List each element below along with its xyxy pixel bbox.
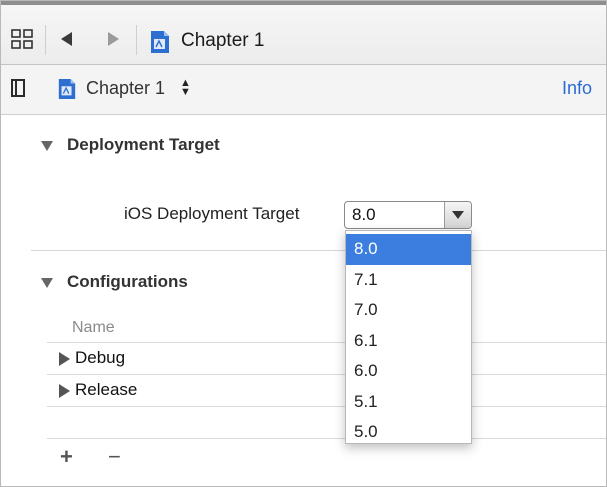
configuration-row-release[interactable]: Release [59, 380, 137, 400]
menu-option-version[interactable]: 6.0 [346, 356, 471, 387]
column-header-name[interactable]: Name [72, 319, 115, 337]
disclosure-triangle-icon[interactable] [41, 278, 53, 288]
info-tab[interactable]: Info [562, 78, 592, 99]
table-divider [47, 406, 606, 407]
deployment-target-menu: 8.0 7.1 7.0 6.1 6.0 5.1 5.0 [345, 230, 472, 444]
dropdown-arrow-icon[interactable] [444, 202, 471, 228]
remove-configuration-button[interactable]: − [108, 446, 121, 468]
menu-option-version[interactable]: 6.1 [346, 326, 471, 357]
table-divider [47, 438, 606, 439]
menu-option-version[interactable]: 5.0 [346, 417, 471, 448]
ios-deployment-target-popup[interactable]: 8.0 [344, 201, 472, 229]
show-project-targets-list-icon[interactable] [11, 79, 25, 97]
configuration-name: Release [75, 380, 138, 399]
menu-option-version[interactable]: 8.0 [346, 234, 471, 265]
breadcrumb-project-title[interactable]: Chapter 1 [181, 30, 264, 52]
section-divider [31, 250, 606, 251]
jump-bar: Chapter 1 [1, 5, 606, 65]
back-arrow-icon[interactable] [61, 32, 72, 46]
toolbar-divider [136, 25, 137, 55]
target-selector[interactable]: Chapter 1 [86, 78, 165, 99]
forward-arrow-icon[interactable] [108, 32, 119, 46]
configuration-name: Debug [75, 348, 126, 367]
menu-option-version[interactable]: 7.0 [346, 295, 471, 326]
related-items-grid-icon[interactable] [11, 29, 33, 54]
section-header-deployment-target: Deployment Target [67, 135, 220, 154]
project-file-icon [57, 78, 77, 105]
xcode-project-editor: Chapter 1 Chapter 1 ▲ ▼ Info Deployment T… [0, 0, 607, 487]
add-configuration-button[interactable]: + [60, 446, 73, 468]
editor-toolbar: Chapter 1 ▲ ▼ Info [1, 65, 606, 115]
selected-deployment-version: 8.0 [352, 205, 376, 224]
toolbar-divider [45, 25, 46, 55]
table-divider [47, 342, 606, 343]
disclosure-triangle-icon[interactable] [59, 351, 70, 366]
ios-deployment-target-label: iOS Deployment Target [124, 204, 300, 223]
disclosure-triangle-icon[interactable] [59, 383, 70, 398]
disclosure-triangle-icon[interactable] [41, 141, 53, 151]
configuration-row-debug[interactable]: Debug [59, 348, 125, 368]
updown-chevron-icon[interactable]: ▲ ▼ [180, 78, 191, 98]
project-file-icon [149, 30, 171, 59]
section-header-configurations: Configurations [67, 272, 188, 291]
menu-option-version[interactable]: 5.1 [346, 387, 471, 418]
table-divider [47, 374, 606, 375]
menu-option-version[interactable]: 7.1 [346, 265, 471, 296]
